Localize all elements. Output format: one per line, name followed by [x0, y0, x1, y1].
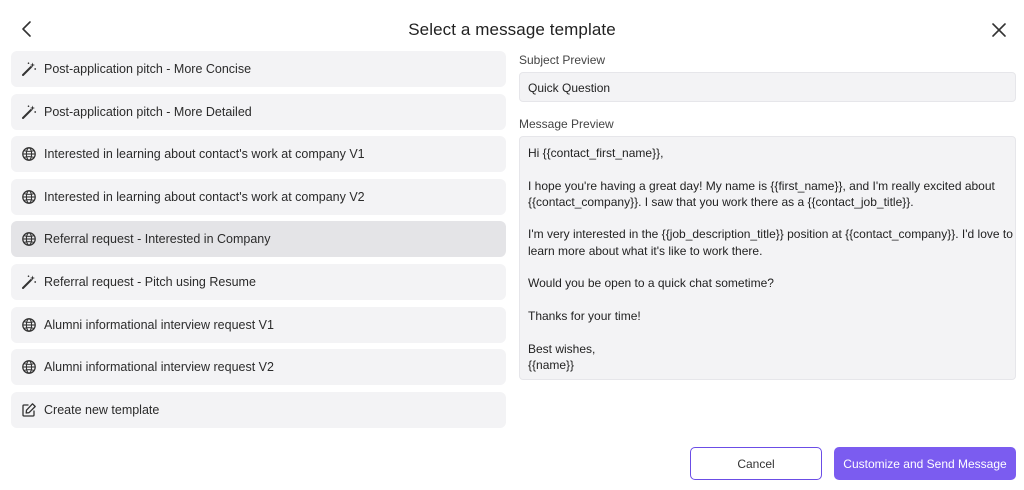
- template-item-alumni-informational-interview-request-v2[interactable]: Alumni informational interview request V…: [11, 349, 506, 386]
- message-paragraph-4: Thanks for your time!: [528, 308, 641, 323]
- close-button[interactable]: [988, 19, 1010, 41]
- message-preview-field: Hi {{contact_first_name}}, I hope you're…: [519, 136, 1016, 380]
- message-paragraph-3: Would you be open to a quick chat someti…: [528, 276, 774, 291]
- message-paragraph-2-line-1: I'm very interested in the {{job_descrip…: [528, 227, 1013, 242]
- customize-and-send-button[interactable]: Customize and Send Message: [834, 447, 1016, 480]
- globe-icon: [21, 146, 37, 162]
- template-item-post-application-pitch-more-detailed[interactable]: Post-application pitch - More Detailed: [11, 93, 506, 130]
- edit-icon: [21, 402, 37, 418]
- template-item-label: Alumni informational interview request V…: [44, 317, 274, 332]
- template-item-referral-request-interested-in-company[interactable]: Referral request - Interested in Company: [11, 221, 506, 258]
- dialog-title: Select a message template: [408, 20, 616, 39]
- globe-icon: [21, 189, 37, 205]
- magic-wand-icon: [21, 61, 37, 77]
- template-item-label: Interested in learning about contact's w…: [44, 147, 365, 162]
- message-paragraph-2-line-2: learn more about what it's like to work …: [528, 243, 763, 258]
- template-item-post-application-pitch-more-concise[interactable]: Post-application pitch - More Concise: [11, 51, 506, 87]
- close-icon: [992, 23, 1006, 37]
- template-item-alumni-informational-interview-request-v1[interactable]: Alumni informational interview request V…: [11, 306, 506, 343]
- subject-preview-field: Quick Question: [519, 72, 1016, 102]
- dialog-header: Select a message template: [0, 0, 1024, 58]
- message-paragraph-1-line-1: I hope you're having a great day! My nam…: [528, 178, 995, 193]
- message-greeting: Hi {{contact_first_name}},: [528, 146, 664, 160]
- template-list: Post-application pitch - More Concise Pos…: [11, 51, 506, 434]
- template-item-label: Post-application pitch - More Concise: [44, 62, 252, 76]
- template-item-label: Create new template: [44, 402, 160, 417]
- globe-icon: [21, 231, 37, 247]
- template-item-label: Interested in learning about contact's w…: [44, 189, 365, 204]
- message-paragraph-1: I hope you're having a great day! My nam…: [528, 178, 1007, 211]
- message-preview-label: Message Preview: [519, 117, 614, 131]
- preview-panel: Subject Preview Quick Question Message P…: [519, 51, 1016, 380]
- message-paragraph-1-line-2: {{contact_company}}. I saw that you work…: [528, 194, 914, 209]
- template-item-label: Post-application pitch - More Detailed: [44, 104, 252, 119]
- magic-wand-icon: [21, 274, 37, 290]
- cancel-button[interactable]: Cancel: [690, 447, 822, 480]
- message-signoff-line: Best wishes,: [528, 341, 596, 356]
- globe-icon: [21, 317, 37, 333]
- template-item-label: Referral request - Interested in Company: [44, 232, 271, 247]
- globe-icon: [21, 359, 37, 375]
- template-item-interested-in-learning-about-contact-s-work-at-company-v1[interactable]: Interested in learning about contact's w…: [11, 136, 506, 173]
- template-item-create-new-template[interactable]: Create new template: [11, 391, 506, 428]
- message-signoff: Best wishes, {{name}}: [528, 341, 1007, 374]
- magic-wand-icon: [21, 104, 37, 120]
- template-item-label: Referral request - Pitch using Resume: [44, 274, 256, 289]
- template-item-referral-request-pitch-using-resume[interactable]: Referral request - Pitch using Resume: [11, 263, 506, 300]
- template-item-interested-in-learning-about-contact-s-work-at-company-v2[interactable]: Interested in learning about contact's w…: [11, 178, 506, 215]
- message-paragraph-2: I'm very interested in the {{job_descrip…: [528, 226, 1013, 259]
- subject-preview-label: Subject Preview: [519, 53, 606, 67]
- message-signature: {{name}}: [528, 357, 575, 372]
- template-item-label: Alumni informational interview request V…: [44, 360, 274, 375]
